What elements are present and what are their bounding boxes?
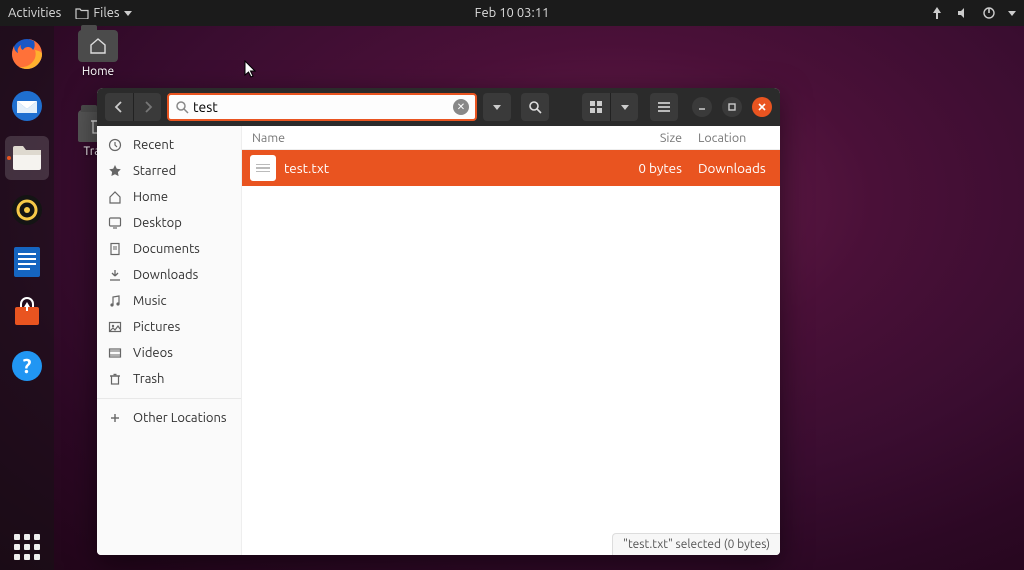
result-name: test.txt — [284, 160, 620, 176]
clear-search-button[interactable]: ✕ — [453, 99, 469, 115]
hamburger-menu-button[interactable] — [650, 93, 678, 121]
minimize-button[interactable] — [692, 97, 712, 117]
power-icon[interactable] — [982, 6, 996, 20]
svg-text:?: ? — [23, 354, 32, 377]
pictures-icon — [107, 320, 123, 334]
app-menu-label: Files — [93, 6, 119, 20]
result-row[interactable]: test.txt 0 bytes Downloads — [242, 150, 780, 186]
files-window: ✕ Recent Star — [97, 88, 780, 555]
search-icon — [175, 100, 189, 114]
dock-firefox[interactable] — [5, 32, 49, 76]
sidebar-item-videos[interactable]: Videos — [97, 340, 241, 366]
clock[interactable]: Feb 10 03:11 — [475, 6, 550, 20]
downloads-icon — [107, 268, 123, 282]
sidebar-item-label: Home — [133, 190, 168, 204]
search-input[interactable] — [193, 99, 449, 115]
titlebar[interactable]: ✕ — [97, 88, 780, 126]
sidebar-item-label: Documents — [133, 242, 200, 256]
volume-icon[interactable] — [956, 6, 970, 20]
show-applications-button[interactable] — [0, 534, 54, 560]
sidebar-item-recent[interactable]: Recent — [97, 132, 241, 158]
sidebar-item-home[interactable]: Home — [97, 184, 241, 210]
view-options-button[interactable] — [610, 93, 638, 121]
sidebar-item-pictures[interactable]: Pictures — [97, 314, 241, 340]
forward-button[interactable] — [133, 93, 161, 121]
sidebar: Recent Starred Home Desktop Documents Do… — [97, 126, 242, 555]
column-location[interactable]: Location — [690, 131, 780, 145]
desktop-home-icon[interactable]: Home — [78, 30, 118, 78]
result-size: 0 bytes — [620, 160, 690, 176]
plus-icon — [107, 411, 123, 425]
sidebar-separator — [97, 398, 241, 399]
search-toggle-button[interactable] — [521, 93, 549, 121]
column-header[interactable]: Name Size Location — [242, 126, 780, 150]
dock-thunderbird[interactable] — [5, 84, 49, 128]
dock-files[interactable] — [5, 136, 49, 180]
dock: ? — [0, 26, 54, 570]
desktop-icon — [107, 216, 123, 230]
sidebar-item-documents[interactable]: Documents — [97, 236, 241, 262]
text-file-icon — [250, 155, 276, 181]
music-icon — [107, 294, 123, 308]
activities-button[interactable]: Activities — [8, 6, 61, 20]
trash-icon — [107, 372, 123, 386]
chevron-down-icon[interactable] — [1008, 11, 1016, 16]
desktop-icon-label: Home — [82, 65, 114, 78]
top-panel: Activities Files Feb 10 03:11 — [0, 0, 1024, 26]
sidebar-item-label: Desktop — [133, 216, 182, 230]
chevron-down-icon — [493, 105, 501, 110]
column-name[interactable]: Name — [242, 131, 620, 145]
status-text: "test.txt" selected (0 bytes) — [623, 538, 770, 551]
sidebar-item-label: Music — [133, 294, 167, 308]
status-bar: "test.txt" selected (0 bytes) — [612, 533, 780, 555]
sidebar-item-music[interactable]: Music — [97, 288, 241, 314]
sidebar-item-label: Downloads — [133, 268, 198, 282]
dock-software[interactable] — [5, 292, 49, 336]
search-bar[interactable]: ✕ — [167, 93, 477, 121]
sidebar-item-other-locations[interactable]: Other Locations — [97, 405, 241, 431]
column-size[interactable]: Size — [620, 131, 690, 145]
cursor-icon — [244, 60, 258, 78]
sidebar-item-downloads[interactable]: Downloads — [97, 262, 241, 288]
sidebar-item-label: Recent — [133, 138, 174, 152]
star-icon — [107, 164, 123, 178]
videos-icon — [107, 346, 123, 360]
close-button[interactable] — [752, 97, 772, 117]
clock-icon — [107, 138, 123, 152]
activities-label: Activities — [8, 6, 61, 20]
search-options-button[interactable] — [483, 93, 511, 121]
sidebar-item-desktop[interactable]: Desktop — [97, 210, 241, 236]
chevron-down-icon — [621, 105, 629, 110]
maximize-button[interactable] — [722, 97, 742, 117]
chevron-down-icon — [124, 11, 132, 16]
results-list: test.txt 0 bytes Downloads — [242, 150, 780, 555]
app-menu[interactable]: Files — [75, 6, 131, 20]
sidebar-item-label: Starred — [133, 164, 176, 178]
sidebar-item-label: Trash — [133, 372, 164, 386]
home-icon — [107, 190, 123, 204]
grid-icon — [14, 534, 40, 560]
folder-icon — [78, 30, 118, 62]
sidebar-item-trash[interactable]: Trash — [97, 366, 241, 392]
running-indicator-icon — [7, 156, 11, 160]
dock-help[interactable]: ? — [5, 344, 49, 388]
back-button[interactable] — [105, 93, 133, 121]
dock-rhythmbox[interactable] — [5, 188, 49, 232]
result-location: Downloads — [690, 160, 780, 176]
view-grid-button[interactable] — [582, 93, 610, 121]
network-icon[interactable] — [930, 6, 944, 20]
main-content: Name Size Location test.txt 0 bytes Down… — [242, 126, 780, 555]
sidebar-item-starred[interactable]: Starred — [97, 158, 241, 184]
dock-libreoffice-writer[interactable] — [5, 240, 49, 284]
sidebar-item-label: Other Locations — [133, 411, 227, 425]
sidebar-item-label: Videos — [133, 346, 173, 360]
sidebar-item-label: Pictures — [133, 320, 180, 334]
documents-icon — [107, 242, 123, 256]
folder-icon — [75, 7, 89, 19]
